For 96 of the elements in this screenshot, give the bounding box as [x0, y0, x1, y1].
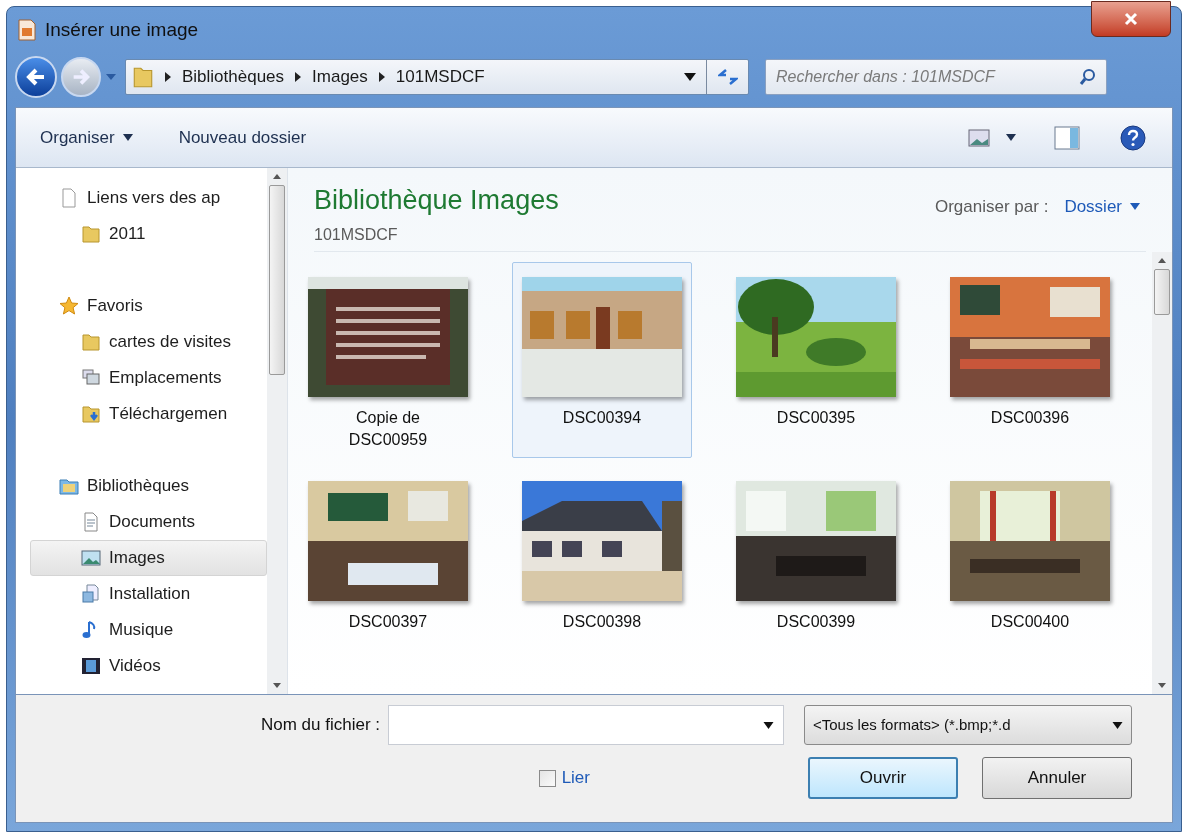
- nav-item[interactable]: Téléchargemen: [30, 396, 267, 432]
- star-icon: [59, 296, 79, 316]
- nav-label: Images: [109, 547, 165, 570]
- library-title: Bibliothèque Images: [314, 184, 559, 217]
- dialog-button[interactable]: Annuler: [982, 757, 1132, 799]
- file-name: DSC00400: [989, 612, 1071, 632]
- file-thumbnail[interactable]: DSC00396: [940, 262, 1120, 458]
- window-title: Insérer une image: [45, 17, 199, 42]
- file-type-dropdown[interactable]: <Tous les formats> (*.bmp;*.d: [804, 705, 1132, 745]
- nav-label: 2011: [109, 223, 146, 246]
- nav-label: Documents: [109, 511, 195, 534]
- file-name: DSC00396: [989, 408, 1071, 428]
- scroll-thumb[interactable]: [269, 185, 285, 375]
- dropdown-caret-icon[interactable]: [763, 722, 774, 729]
- nav-item[interactable]: cartes de visites: [30, 324, 267, 360]
- nav-label: Téléchargemen: [109, 403, 228, 426]
- file-icon: [59, 188, 79, 208]
- scroll-up-icon[interactable]: [273, 174, 281, 179]
- link-checkbox[interactable]: Lier: [538, 765, 590, 791]
- breadcrumb-item[interactable]: 101MSDCF: [395, 64, 485, 90]
- download-folder-icon: [81, 404, 101, 424]
- breadcrumb-chevron-icon[interactable]: [294, 72, 303, 82]
- folder-icon: [132, 65, 154, 89]
- breadcrumb-item[interactable]: Bibliothèques: [182, 64, 285, 90]
- file-thumbnail[interactable]: DSC00398: [512, 466, 692, 662]
- file-thumbnail[interactable]: Copie de DSC00959: [298, 262, 478, 458]
- nav-item[interactable]: Installation: [30, 576, 267, 612]
- nav-item[interactable]: 2011: [30, 216, 267, 252]
- scroll-down-icon[interactable]: [1158, 683, 1166, 688]
- nav-label: Installation: [109, 583, 191, 606]
- caret-icon: [122, 134, 133, 141]
- file-name: DSC00397: [347, 612, 429, 632]
- file-thumbnail[interactable]: DSC00397: [298, 466, 478, 662]
- view-button[interactable]: [968, 128, 1016, 147]
- arrange-dropdown[interactable]: Dossier: [1064, 194, 1140, 220]
- file-thumbnail[interactable]: DSC00400: [940, 466, 1120, 662]
- nav-item[interactable]: Images: [30, 540, 267, 576]
- caret-icon: [1130, 203, 1140, 211]
- nav-label: Emplacements: [109, 367, 222, 390]
- filename-field[interactable]: [388, 705, 784, 745]
- image-icon: [968, 128, 990, 147]
- nav-item[interactable]: Favoris: [30, 288, 267, 324]
- back-button[interactable]: [15, 56, 57, 98]
- library-icon: [59, 476, 79, 496]
- file-name: DSC00398: [561, 612, 643, 632]
- folder-icon: [81, 224, 101, 244]
- nav-label: Liens vers des ap: [87, 187, 221, 210]
- close-icon: [1123, 11, 1139, 27]
- nav-item[interactable]: Musique: [30, 612, 267, 648]
- arrange-label: Organiser par :: [935, 196, 1049, 218]
- file-name: DSC00395: [775, 408, 857, 428]
- file-name: DSC00399: [775, 612, 857, 632]
- nav-label: Musique: [109, 619, 174, 642]
- dropdown-caret-icon[interactable]: [684, 73, 696, 81]
- breadcrumb-chevron-icon[interactable]: [377, 72, 386, 82]
- scroll-down-icon[interactable]: [273, 683, 281, 688]
- nav-item[interactable]: Bibliothèques: [30, 468, 267, 504]
- folder-subtitle: 101MSDCF: [314, 224, 399, 245]
- search-field[interactable]: Rechercher dans : 101MSDCF: [765, 59, 1107, 95]
- dialog-button[interactable]: Ouvrir: [808, 757, 958, 799]
- window-stack-icon: [81, 368, 101, 388]
- file-thumbnail[interactable]: DSC00399: [726, 466, 906, 662]
- toolbar-button[interactable]: Nouveau dossier: [178, 124, 307, 151]
- nav-item[interactable]: Documents: [30, 504, 267, 540]
- nav-label: Favoris: [87, 295, 143, 318]
- caret-icon: [1006, 134, 1016, 141]
- toolbar-button[interactable]: Organiser: [40, 124, 133, 151]
- image-document-icon: [17, 19, 37, 41]
- breadcrumb-item[interactable]: Images: [312, 64, 368, 90]
- help-button[interactable]: [1118, 122, 1148, 153]
- address-bar[interactable]: Bibliothèques Images 101MSDCF: [125, 59, 749, 95]
- folder-icon: [81, 332, 101, 352]
- nav-item[interactable]: Emplacements: [30, 360, 267, 396]
- installer-icon: [81, 584, 101, 604]
- image-icon: [81, 548, 101, 568]
- nav-item[interactable]: Vidéos: [30, 648, 267, 684]
- file-name: Copie de DSC00959: [347, 408, 429, 450]
- breadcrumb-chevron-icon[interactable]: [164, 72, 172, 82]
- file-thumbnail[interactable]: DSC00394: [512, 262, 692, 458]
- scrollbar[interactable]: [267, 168, 287, 694]
- scrollbar[interactable]: [1152, 252, 1172, 694]
- search-icon: [1079, 68, 1097, 86]
- document-icon: [81, 512, 101, 532]
- nav-label: cartes de visites: [109, 331, 231, 354]
- filename-label: Nom du fichier :: [260, 714, 380, 737]
- file-name: DSC00394: [561, 408, 643, 428]
- scroll-up-icon[interactable]: [1158, 258, 1166, 263]
- file-thumbnail[interactable]: DSC00395: [726, 262, 906, 458]
- film-icon: [81, 656, 101, 676]
- scroll-thumb[interactable]: [1154, 269, 1170, 315]
- refresh-arrows-icon: [717, 68, 738, 86]
- close-button[interactable]: [1091, 1, 1171, 37]
- dropdown-caret-icon: [1112, 721, 1123, 729]
- nav-label: Bibliothèques: [87, 475, 190, 498]
- nav-item[interactable]: Liens vers des ap: [30, 180, 267, 216]
- nav-label: Vidéos: [109, 655, 161, 678]
